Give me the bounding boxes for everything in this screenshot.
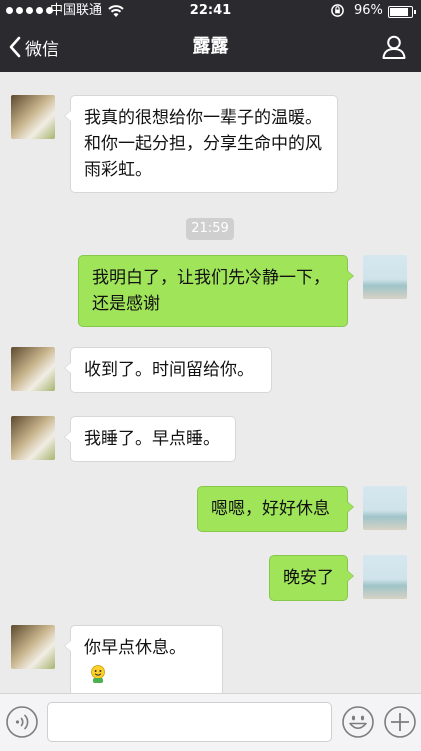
message-text: 我睡了。早点睡。	[84, 429, 220, 449]
battery-icon	[388, 6, 416, 18]
message-text: 嗯嗯，好好休息	[211, 499, 330, 519]
outgoing-message-bubble[interactable]: 我明白了，让我们先冷静一下，还是感谢	[78, 255, 354, 327]
contact-avatar[interactable]	[11, 95, 55, 139]
chat-input-bar	[0, 693, 421, 751]
message-text: 你早点休息。	[84, 638, 186, 658]
incoming-message-bubble[interactable]: 我睡了。早点睡。	[64, 416, 236, 462]
message-timestamp: 21:59	[186, 218, 234, 240]
message-text: 我明白了，让我们先冷静一下，还是感谢	[92, 268, 330, 314]
incoming-message-bubble[interactable]: 你早点休息。	[64, 625, 223, 697]
outgoing-message-bubble[interactable]: 晚安了	[269, 555, 354, 601]
battery-percent: 96%	[354, 3, 383, 18]
message-text: 收到了。时间留给你。	[84, 360, 254, 380]
navigation-bar: 微信 露露	[0, 22, 421, 72]
my-avatar[interactable]	[363, 255, 407, 299]
chat-title: 露露	[192, 36, 229, 57]
smiley-face-icon[interactable]	[341, 705, 375, 739]
outgoing-message-bubble[interactable]: 嗯嗯，好好休息	[197, 486, 354, 532]
person-icon[interactable]	[381, 34, 407, 60]
incoming-message-bubble[interactable]: 收到了。时间留给你。	[64, 347, 272, 393]
smiling-face-emoji-icon	[91, 665, 105, 683]
plus-icon[interactable]	[383, 705, 417, 739]
voice-icon[interactable]	[5, 705, 39, 739]
contact-avatar[interactable]	[11, 625, 55, 669]
incoming-message-bubble[interactable]: 我真的很想给你一辈子的温暖。和你一起分担，分享生命中的风雨彩虹。	[64, 95, 338, 193]
status-bar: 中国联通 22:41 96%	[0, 0, 421, 22]
message-text: 我真的很想给你一辈子的温暖。和你一起分担，分享生命中的风雨彩虹。	[84, 108, 322, 180]
contact-avatar[interactable]	[11, 416, 55, 460]
rotation-lock-icon	[331, 4, 344, 17]
message-input[interactable]	[47, 702, 332, 742]
message-text: 晚安了	[283, 568, 334, 588]
top-bar: 中国联通 22:41 96% 微信 露露	[0, 0, 421, 72]
my-avatar[interactable]	[363, 555, 407, 599]
contact-avatar[interactable]	[11, 347, 55, 391]
my-avatar[interactable]	[363, 486, 407, 530]
